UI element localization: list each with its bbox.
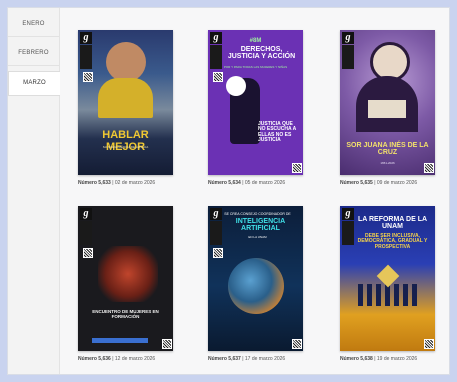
gaceta-logo-icon: g <box>210 32 222 44</box>
issue-caption: Número 5,635 | 09 de marzo 2026 <box>340 180 418 186</box>
issue-caption: Número 5,634 | 05 de marzo 2026 <box>208 180 286 186</box>
sidebar-month-marzo[interactable]: MARZO <box>8 71 60 96</box>
gaceta-logo-icon: g <box>210 208 222 220</box>
person-illustration <box>106 42 146 82</box>
cover-side-text: JUSTICIA QUE NO ESCUCHA A ELLAS NO ES JU… <box>258 121 297 143</box>
issue-caption: Número 5,633 | 02 de marzo 2026 <box>78 180 156 186</box>
sidebar-month-enero[interactable]: ENERO <box>8 13 59 37</box>
issue-card-5633[interactable]: HABLAR MEJOR SU NUEVA MÉDICA DE LENGUA g… <box>78 30 191 195</box>
qr-code-icon <box>162 339 172 349</box>
issue-caption: Número 5,638 | 19 de marzo 2026 <box>340 356 418 362</box>
issue-cover[interactable]: SOR JUANA INÉS DE LA CRUZ 1651-2026 g <box>340 30 435 175</box>
gaceta-logo-icon: g <box>342 32 354 44</box>
qr-code-icon <box>83 248 93 258</box>
cover-headline: ENCUENTRO DE MUJERES EN FORMACIÓN <box>92 309 159 319</box>
issues-grid: HABLAR MEJOR SU NUEVA MÉDICA DE LENGUA g… <box>60 8 449 374</box>
cover-subtitle: POR Y PARA TODAS LAS MUJERES Y NIÑAS <box>223 65 288 69</box>
cover-subtitle: DEBE SER INCLUSIVA, DEMOCRÁTICA, GRADUAL… <box>357 233 428 250</box>
cover-subtitle: 1651-2026 <box>380 161 395 165</box>
logo-strip <box>210 45 222 69</box>
cover-subtitle: SU NUEVA MÉDICA DE LENGUA <box>102 145 149 149</box>
issue-card-5638[interactable]: LA REFORMA DE LA UNAM DEBE SER INCLUSIVA… <box>340 206 449 371</box>
cover-headline: SOR JUANA INÉS DE LA CRUZ <box>346 142 429 157</box>
cover-headline: HABLAR MEJOR <box>102 129 149 153</box>
yellow-shirt-shape <box>98 78 153 118</box>
issue-cover[interactable]: SE CREA CONSEJO COORDINADOR DE INTELIGEN… <box>208 206 303 351</box>
sidebar-month-febrero[interactable]: FEBRERO <box>8 42 59 66</box>
hands-illustration <box>98 246 158 302</box>
issue-cover[interactable]: LA REFORMA DE LA UNAM DEBE SER INCLUSIVA… <box>340 206 435 351</box>
gaceta-logo-icon: g <box>342 208 354 220</box>
cover-headline: DERECHOS, JUSTICIA Y ACCIÓN <box>227 46 296 61</box>
qr-code-icon <box>213 72 223 82</box>
qr-code-icon <box>83 72 93 82</box>
gaceta-logo-icon: g <box>80 208 92 220</box>
issue-card-5637[interactable]: SE CREA CONSEJO COORDINADOR DE INTELIGEN… <box>208 206 321 371</box>
logo-strip <box>210 221 222 245</box>
logo-strip <box>342 45 354 69</box>
issue-card-5635[interactable]: SOR JUANA INÉS DE LA CRUZ 1651-2026 g Nú… <box>340 30 449 195</box>
book-shape <box>368 100 406 118</box>
qr-code-icon <box>292 163 302 173</box>
cover-headline: INTELIGENCIA ARTIFICIAL <box>235 218 286 233</box>
logo-strip <box>80 221 92 245</box>
cover-tag: #8M <box>249 38 262 44</box>
qr-code-icon <box>424 339 434 349</box>
issue-cover[interactable]: ENCUENTRO DE MUJERES EN FORMACIÓN g <box>78 206 173 351</box>
issue-card-5636[interactable]: ENCUENTRO DE MUJERES EN FORMACIÓN g Núme… <box>78 206 191 371</box>
cover-subtitle: EN LA UNAM <box>248 235 267 239</box>
issue-cover[interactable]: #8M DERECHOS, JUSTICIA Y ACCIÓN POR Y PA… <box>208 30 303 175</box>
blue-banner <box>92 338 148 343</box>
issue-caption: Número 5,637 | 17 de marzo 2026 <box>208 356 286 362</box>
gaceta-archive-panel: ENERO FEBRERO MARZO HABLAR MEJOR SU NUEV… <box>7 7 450 375</box>
logo-strip <box>342 221 354 245</box>
cover-tag: SE CREA CONSEJO COORDINADOR DE <box>224 212 291 216</box>
month-sidebar: ENERO FEBRERO MARZO <box>8 8 60 374</box>
qr-code-icon <box>292 339 302 349</box>
qr-code-icon <box>424 163 434 173</box>
qr-code-icon <box>213 248 223 258</box>
portrait-circle <box>226 76 246 96</box>
globe-illustration <box>228 258 284 314</box>
gaceta-logo-icon: g <box>80 32 92 44</box>
logo-strip <box>80 45 92 69</box>
cover-headline: LA REFORMA DE LA UNAM <box>357 216 428 231</box>
issue-card-5634[interactable]: #8M DERECHOS, JUSTICIA Y ACCIÓN POR Y PA… <box>208 30 321 195</box>
issue-cover[interactable]: HABLAR MEJOR SU NUEVA MÉDICA DE LENGUA g <box>78 30 173 175</box>
issue-caption: Número 5,636 | 12 de marzo 2026 <box>78 356 156 362</box>
